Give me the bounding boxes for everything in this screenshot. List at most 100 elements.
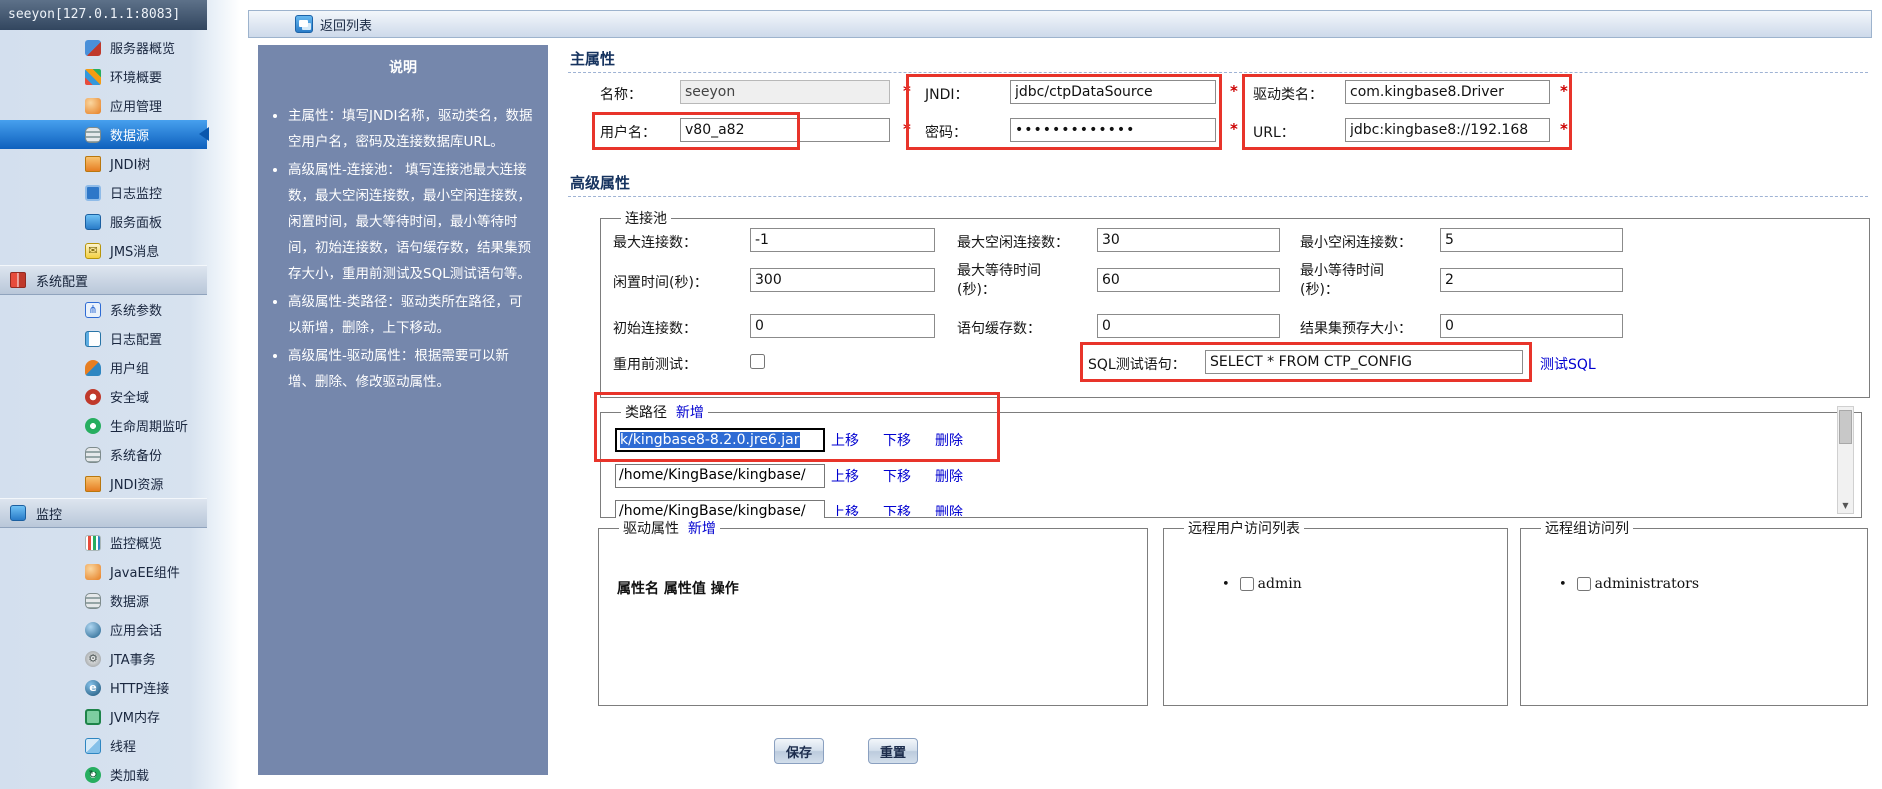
driver-properties-add-link[interactable]: 新增 [688,521,716,537]
log-config-icon [85,330,101,347]
scrollbar-thumb[interactable] [1839,410,1852,444]
required-marker: * [903,120,911,138]
move-up-link[interactable]: 上移 [831,502,859,516]
sidebar-item-thread[interactable]: 线程 [0,731,207,760]
classpath-input-3[interactable]: /home/KingBase/kingbase/ [615,500,825,518]
jms-message-icon: ✉ [85,242,101,259]
resultset-prefetch-label: 结果集预存大小： [1300,321,1412,337]
max-idle-field[interactable] [1097,228,1280,252]
sidebar-item-datasource-monitor[interactable]: 数据源 [0,586,207,615]
move-down-link[interactable]: 下移 [883,430,911,450]
sidebar-item-system-params[interactable]: ⋔ 系统参数 [0,295,207,324]
sidebar-item-datasource[interactable]: 数据源 [0,120,209,149]
sidebar-item-monitor-overview[interactable]: 监控概览 [0,528,207,557]
thread-icon [85,737,101,754]
classpath-input-2[interactable]: /home/KingBase/kingbase/ [615,464,825,488]
classpath-input-1[interactable]: k/kingbase8-8.2.0.jre6.jar [615,428,825,452]
connection-pool-legend: 连接池 [625,211,667,227]
sidebar-item-security-domain[interactable]: 安全域 [0,382,207,411]
return-list-icon [295,15,313,33]
sidebar-item-http-connection[interactable]: e HTTP连接 [0,673,207,702]
sidebar-item-class-loading[interactable]: ↻ 类加载 [0,760,207,789]
sidebar-item-system-backup[interactable]: 系统备份 [0,440,207,469]
return-list-button[interactable]: 返回列表 [320,15,372,34]
driver-class-label: 驱动类名： [1253,87,1323,103]
sidebar-item-log-monitor[interactable]: 日志监控 [0,178,207,207]
sidebar-item-jms-message[interactable]: ✉ JMS消息 [0,236,207,265]
save-button[interactable]: 保存 [774,738,825,764]
classpath-scrollbar[interactable]: ▼ [1837,406,1854,514]
sidebar-item-application-management[interactable]: 应用管理 [0,91,207,120]
min-wait-field[interactable] [1440,268,1623,292]
advanced-properties-title: 高级属性 [570,174,631,192]
initial-connections-field[interactable] [750,314,935,338]
sidebar-section-monitoring[interactable]: 监控 [0,498,207,528]
lifecycle-icon [85,417,101,434]
sidebar-item-lifecycle-listener[interactable]: 生命周期监听 [0,411,207,440]
server-icon [85,39,101,56]
max-connections-field[interactable] [750,228,935,252]
sidebar-menu: 服务器概览 环境概要 应用管理 数据源 JNDI树 日志监控 服务面板 ✉ JMS… [0,33,209,789]
statement-cache-field[interactable] [1097,314,1280,338]
sidebar: seeyon[127.0.1.1:8083] 服务器概览 环境概要 应用管理 数… [0,0,240,789]
sidebar-item-jndi-resource[interactable]: JNDI资源 [0,469,207,498]
remote-user-checkbox[interactable] [1239,577,1254,591]
system-backup-icon [85,446,101,463]
name-label: 名称： [600,87,642,103]
sidebar-item-app-session[interactable]: 应用会话 [0,615,207,644]
max-wait-field[interactable] [1097,268,1280,292]
jvm-memory-icon [85,708,101,725]
monitor-overview-icon [85,534,101,551]
username-field[interactable] [680,118,890,142]
test-before-reuse-checkbox[interactable] [750,354,765,369]
move-up-link[interactable]: 上移 [831,466,859,486]
required-marker: * [1560,120,1568,138]
service-panel-icon [85,213,101,230]
delete-link[interactable]: 删除 [935,502,963,516]
move-up-link[interactable]: 上移 [831,430,859,450]
sidebar-item-service-panel[interactable]: 服务面板 [0,207,207,236]
driver-properties-legend: 驱动属性 新增 [623,521,716,537]
sidebar-item-jndi-tree[interactable]: JNDI树 [0,149,207,178]
remote-group-access-legend: 远程组访问列 [1545,521,1629,537]
scroll-down-arrow-icon[interactable]: ▼ [1838,497,1853,513]
max-connections-label: 最大连接数： [613,235,697,251]
remote-group-checkbox[interactable] [1576,577,1591,591]
monitoring-icon [10,505,26,521]
test-before-reuse-label: 重用前测试： [613,357,697,373]
test-sql-link[interactable]: 测试SQL [1540,354,1596,374]
sidebar-item-javaee-components[interactable]: JavaEE组件 [0,557,207,586]
sidebar-item-user-group[interactable]: 用户组 [0,353,207,382]
required-marker: * [1230,120,1238,138]
min-wait-label: 最小等待时间 (秒)： [1300,263,1384,298]
password-field[interactable] [1010,118,1216,142]
sidebar-item-server-overview[interactable]: 服务器概览 [0,33,207,62]
sidebar-item-jvm-memory[interactable]: JVM内存 [0,702,207,731]
classpath-add-link[interactable]: 新增 [676,405,704,421]
sidebar-item-environment-summary[interactable]: 环境概要 [0,62,207,91]
reset-button[interactable]: 重置 [868,738,919,764]
driver-properties-table-header: 属性名 属性值 操作 [617,581,739,597]
delete-link[interactable]: 删除 [935,430,963,450]
system-config-icon [10,272,26,288]
min-idle-field[interactable] [1440,228,1623,252]
sidebar-section-system-config[interactable]: 系统配置 [0,265,207,295]
resultset-prefetch-field[interactable] [1440,314,1623,338]
move-down-link[interactable]: 下移 [883,466,911,486]
javaee-icon [85,563,101,580]
sidebar-item-log-config[interactable]: 日志配置 [0,324,207,353]
sql-test-field[interactable] [1205,350,1523,374]
remote-group-item: administrators [1559,576,1699,592]
datasource-icon [85,126,101,143]
environment-icon [85,68,101,85]
move-down-link[interactable]: 下移 [883,502,911,516]
url-field[interactable] [1345,118,1550,142]
jta-icon: ⚙ [85,650,101,667]
remote-group-access-fieldset: 远程组访问列 administrators [1520,518,1868,706]
delete-link[interactable]: 删除 [935,466,963,486]
idle-time-field[interactable] [750,268,935,292]
name-field[interactable] [680,80,890,104]
driver-class-field[interactable] [1345,80,1550,104]
jndi-field[interactable] [1010,80,1216,104]
sidebar-item-jta-transaction[interactable]: ⚙ JTA事务 [0,644,207,673]
